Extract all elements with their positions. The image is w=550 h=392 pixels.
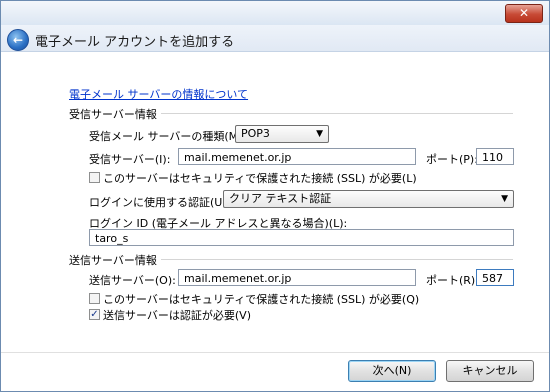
outgoing-section-title: 送信サーバー情報 [69,254,157,267]
outgoing-separator [161,259,513,260]
next-button[interactable]: 次へ(N) [348,360,436,382]
outgoing-ssl-checkbox[interactable] [89,293,100,304]
server-info-link[interactable]: 電子メール サーバーの情報について [69,86,248,102]
outgoing-port-input[interactable]: 587 [476,269,514,286]
incoming-section-title: 受信サーバー情報 [69,108,157,121]
outgoing-server-label: 送信サーバー(O): [89,274,176,287]
outgoing-port-label: ポート(R): [426,274,479,287]
cancel-button[interactable]: キャンセル [446,360,534,382]
chevron-down-icon: ▼ [316,129,323,139]
incoming-server-type-select[interactable]: POP3 ▼ [235,125,329,143]
title-bar: ✕ [1,1,549,25]
outgoing-auth-checkbox[interactable]: ✓ [89,309,100,320]
outgoing-server-input[interactable]: mail.memenet.or.jp [178,269,416,286]
checkmark-icon: ✓ [90,309,99,320]
close-button[interactable]: ✕ [505,4,543,23]
incoming-auth-label: ログインに使用する認証(U): [89,196,231,209]
page-title: 電子メール アカウントを追加する [35,35,235,50]
close-icon: ✕ [518,6,530,20]
incoming-server-input[interactable]: mail.memenet.or.jp [178,148,416,165]
chevron-down-icon: ▼ [501,194,508,204]
incoming-separator [161,113,513,114]
incoming-server-type-value: POP3 [241,127,270,140]
back-arrow-icon: ← [12,33,24,47]
back-button[interactable]: ← [7,29,29,51]
login-id-input[interactable]: taro_s [89,229,514,246]
wizard-header: ← 電子メール アカウントを追加する [1,25,549,52]
incoming-server-label: 受信サーバー(I): [89,153,171,166]
outgoing-auth-label: 送信サーバーは認証が必要(V) [103,309,251,322]
incoming-ssl-label: このサーバーはセキュリティで保護された接続 (SSL) が必要(L) [103,172,417,185]
incoming-ssl-checkbox[interactable] [89,172,100,183]
incoming-port-label: ポート(P): [426,153,478,166]
incoming-auth-value: クリア テキスト認証 [229,192,332,205]
incoming-port-input[interactable]: 110 [476,148,514,165]
incoming-server-type-label: 受信メール サーバーの種類(M): [89,130,247,143]
incoming-auth-select[interactable]: クリア テキスト認証 ▼ [223,190,514,208]
dialog-window: ✕ ← 電子メール アカウントを追加する 電子メール サーバーの情報について 受… [0,0,550,392]
outgoing-ssl-label: このサーバーはセキュリティで保護された接続 (SSL) が必要(Q) [103,293,420,306]
footer-divider [1,352,549,353]
